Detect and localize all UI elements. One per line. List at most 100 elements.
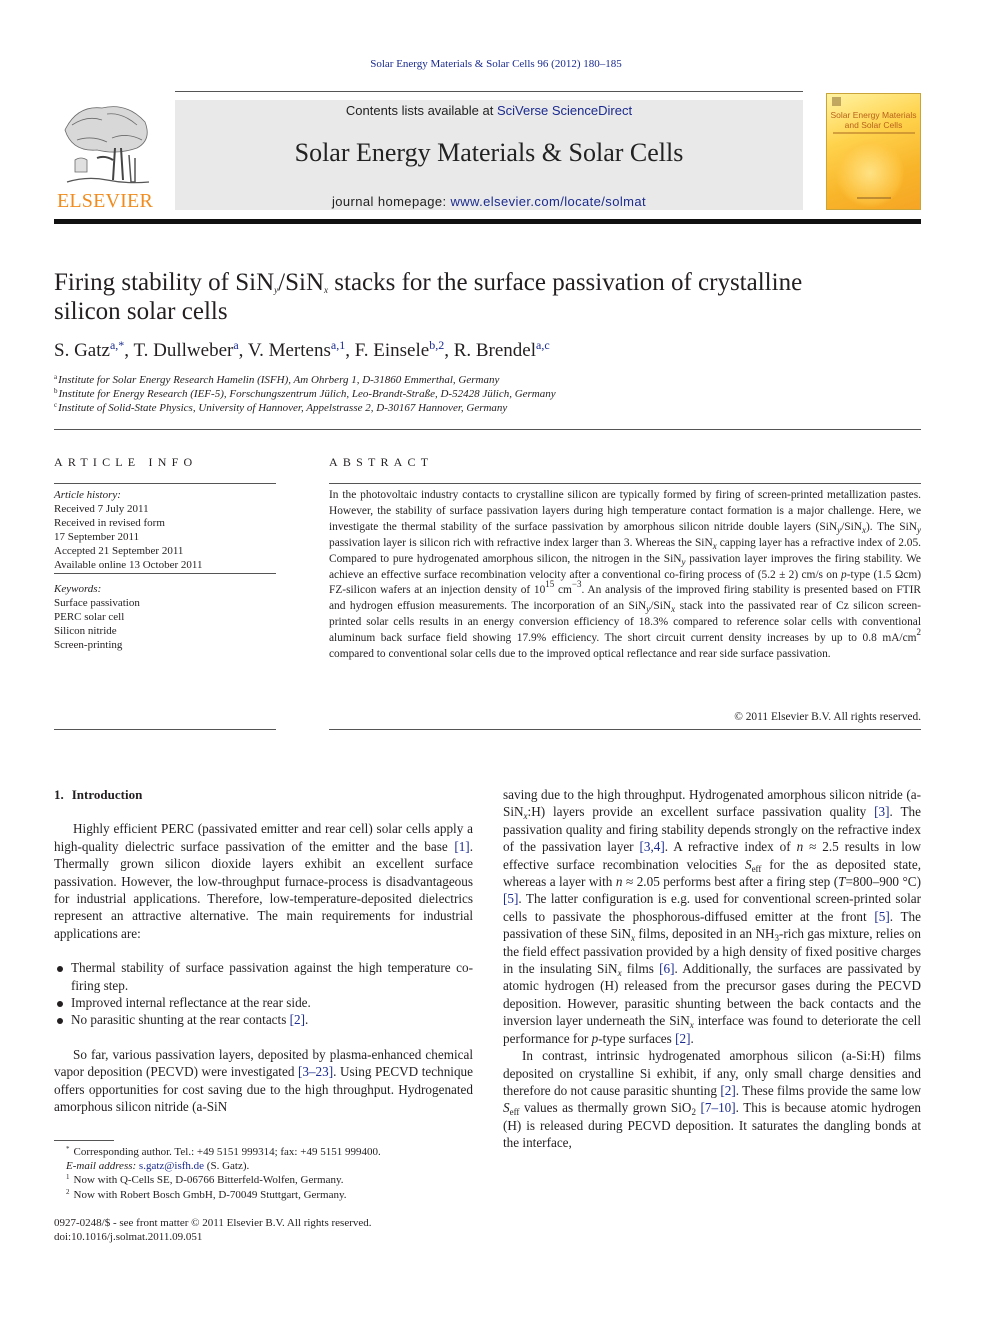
citation-link[interactable]: [5] — [503, 891, 518, 906]
affiliations-rule — [54, 429, 921, 430]
superscript: −3 — [571, 579, 582, 590]
footnote-rule — [54, 1140, 114, 1141]
list-item-text: Thermal stability of surface passivation… — [71, 960, 473, 993]
footnote-text: (S. Gatz). — [204, 1160, 250, 1173]
cover-publisher-icon — [832, 97, 841, 106]
footnote-text: Corresponding author. Tel.: +49 5151 999… — [73, 1146, 381, 1158]
footnotes: * Corresponding author. Tel.: +49 5151 99… — [54, 1145, 473, 1202]
author[interactable]: T. Dullwebera — [133, 338, 238, 361]
superscript: 15 — [545, 579, 555, 590]
subscript: eff — [751, 863, 762, 874]
front-matter: 0927-0248/$ - see front matter © 2011 El… — [54, 1216, 473, 1244]
affiliations: aInstitute for Solar Energy Research Ham… — [54, 373, 924, 415]
keyword: Silicon nitride — [54, 625, 117, 637]
footnote: 2 Now with Robert Bosch GmbH, D-70049 Stu… — [54, 1188, 473, 1202]
elsevier-wordmark: ELSEVIER — [56, 190, 154, 212]
author-name: V. Mertens — [247, 340, 331, 361]
author-affil-marker[interactable]: a,c — [536, 338, 550, 352]
superscript: 2 — [916, 627, 922, 638]
keywords: Keywords: Surface passivation PERC solar… — [54, 582, 276, 652]
footnote-marker: 2 — [66, 1187, 70, 1196]
citation-link[interactable]: [7–10] — [701, 1100, 736, 1115]
footnote: 1 Now with Q-Cells SE, D-06766 Bitterfeld… — [54, 1173, 473, 1187]
article-info-rule — [54, 573, 276, 574]
title-part: /SiN — [278, 269, 325, 296]
affiliation-key: c — [54, 401, 58, 409]
citation-link[interactable]: [2] — [290, 1012, 305, 1027]
author[interactable]: S. Gatza,* — [54, 338, 124, 361]
author-list: S. Gatza,*, T. Dullwebera, V. Mertensa,1… — [54, 338, 550, 361]
affiliation: bInstitute for Energy Research (IEF-5), … — [54, 387, 924, 401]
section-title: Introduction — [71, 787, 143, 802]
author[interactable]: V. Mertensa,1 — [247, 338, 345, 361]
article-info-rule — [54, 729, 276, 730]
sciencedirect-link[interactable]: SciVerse ScienceDirect — [497, 103, 632, 118]
abstract-span: passivation layer is silicon rich with r… — [329, 536, 713, 549]
bullet-icon — [57, 1018, 63, 1025]
list-item: Improved internal reflectance at the rea… — [54, 994, 473, 1011]
citation-link[interactable]: [2] — [675, 1031, 690, 1046]
list-item-text: No parasitic shunting at the rear contac… — [71, 1012, 290, 1028]
text-span: . The latter configuration is e.g. used … — [503, 891, 921, 924]
text-span: :H) layers provide an excellent surface … — [527, 804, 875, 820]
affiliation-key: a — [54, 373, 58, 381]
author-affil-marker[interactable]: a,1 — [331, 338, 345, 352]
citation-link[interactable]: [3] — [874, 804, 889, 819]
citation-link[interactable]: [3,4] — [640, 839, 665, 854]
body-column-left: 1. Introduction Highly efficient PERC (pa… — [54, 786, 473, 1116]
journal-citation[interactable]: Solar Energy Materials & Solar Cells 96 … — [0, 58, 992, 70]
header-thick-rule — [54, 219, 921, 224]
article-history: Article history: Received 7 July 2011 Re… — [54, 488, 276, 572]
history-item: Available online 13 October 2011 — [54, 559, 203, 571]
contents-line: Contents lists available at SciVerse Sci… — [175, 103, 803, 118]
citation-link[interactable]: [6] — [659, 961, 674, 976]
email-label: E-mail address: — [66, 1160, 137, 1173]
keywords-label: Keywords: — [54, 583, 102, 595]
keyword: Surface passivation — [54, 597, 140, 609]
list-item-text: Improved internal reflectance at the rea… — [71, 995, 311, 1011]
article-title: Firing stability of SiNy/SiNx stacks for… — [54, 268, 924, 326]
paragraph: Highly efficient PERC (passivated emitte… — [54, 820, 473, 942]
citation-link[interactable]: [1] — [454, 839, 469, 854]
abstract-copyright: © 2011 Elsevier B.V. All rights reserved… — [734, 711, 921, 723]
cover-subtitle-bar — [833, 132, 915, 134]
journal-cover-thumbnail[interactable]: Solar Energy Materials and Solar Cells — [826, 93, 921, 210]
footnote-marker: * — [66, 1145, 70, 1153]
affiliation: aInstitute for Solar Energy Research Ham… — [54, 373, 924, 387]
elsevier-logo[interactable]: ELSEVIER — [54, 100, 156, 212]
cover-title-line1: Solar Energy Materials — [830, 110, 917, 120]
author-affil-marker[interactable]: a — [233, 338, 238, 352]
requirements-list: Thermal stability of surface passivation… — [54, 959, 473, 1029]
bullet-icon — [57, 966, 63, 973]
affiliation: cInstitute of Solid-State Physics, Unive… — [54, 401, 924, 415]
section-number: 1. — [54, 787, 64, 802]
subscript: y — [917, 524, 921, 535]
citation-link[interactable]: [2] — [720, 1083, 735, 1098]
citation-link[interactable]: [5] — [874, 909, 889, 924]
keyword: PERC solar cell — [54, 611, 125, 623]
author-affil-marker[interactable]: a,* — [110, 338, 124, 352]
abstract-rule — [329, 483, 921, 484]
issn-line: 0927-0248/$ - see front matter © 2011 El… — [54, 1217, 372, 1229]
subscript: eff — [509, 1107, 520, 1118]
history-item: Accepted 21 September 2011 — [54, 545, 184, 557]
history-item: Received 7 July 2011 — [54, 503, 149, 515]
keyword: Screen-printing — [54, 639, 123, 651]
citation-link[interactable]: [3–23] — [298, 1064, 333, 1079]
italic-term: S — [744, 856, 752, 872]
author[interactable]: F. Einseleb,2 — [355, 338, 444, 361]
abstract-heading: ABSTRACT — [329, 455, 434, 469]
doi-link[interactable]: doi:10.1016/j.solmat.2011.09.051 — [54, 1230, 473, 1244]
homepage-link[interactable]: www.elsevier.com/locate/solmat — [450, 194, 646, 209]
footnote: E-mail address: s.gatz@isfh.de (S. Gatz)… — [54, 1159, 473, 1173]
abstract-text: In the photovoltaic industry contacts to… — [329, 488, 921, 663]
list-item: Thermal stability of surface passivation… — [54, 959, 473, 994]
author[interactable]: R. Brendela,c — [453, 338, 550, 361]
article-info-heading: ARTICLE INFO — [54, 455, 198, 469]
author-affil-marker[interactable]: b,2 — [429, 338, 444, 352]
list-item: No parasitic shunting at the rear contac… — [54, 1011, 473, 1028]
email-link[interactable]: s.gatz@isfh.de — [139, 1160, 204, 1172]
author-name: R. Brendel — [453, 340, 537, 361]
abstract-span: /SiN — [841, 520, 862, 533]
footnote-marker: 1 — [66, 1173, 70, 1182]
